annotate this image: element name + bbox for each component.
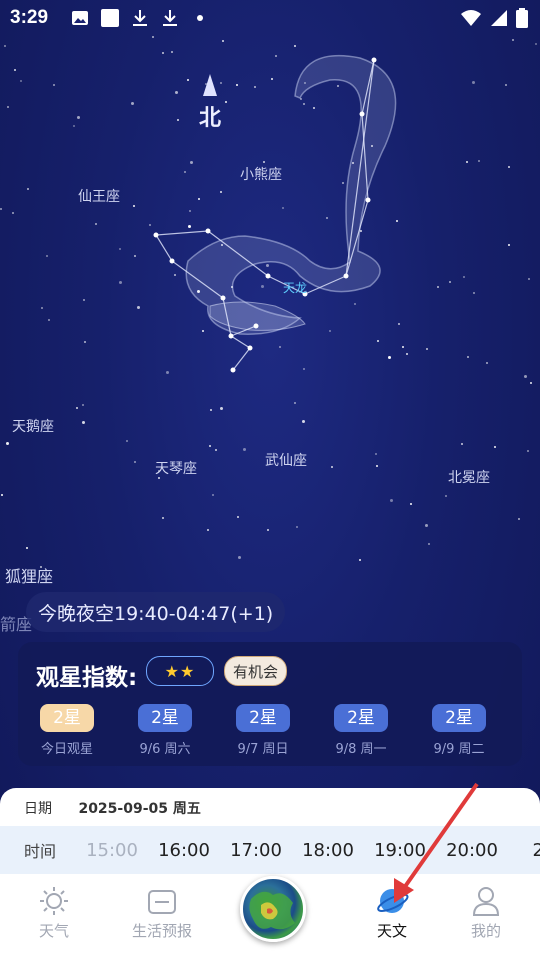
time-label: 时间 xyxy=(24,842,57,861)
constellation-label[interactable]: 天鹅座 xyxy=(12,416,54,436)
download-icon xyxy=(130,8,150,28)
hour-item[interactable]: 18:00 xyxy=(292,840,364,861)
constellation-label[interactable]: 天琴座 xyxy=(155,458,197,478)
hour-item[interactable]: 15:00 xyxy=(76,840,148,861)
hour-strip[interactable]: 时间 15:00 16:00 17:00 18:00 19:00 20:00 2… xyxy=(0,826,540,874)
radar-map-icon[interactable] xyxy=(240,876,306,942)
image-icon xyxy=(70,8,90,28)
tab-life-forecast[interactable]: 生活预报 xyxy=(112,884,212,941)
day-item[interactable]: 2星 9/9 周二 xyxy=(410,704,508,757)
constellation-label[interactable]: 武仙座 xyxy=(265,450,307,470)
day-label: 9/7 周日 xyxy=(237,742,289,757)
hour-item[interactable]: 20:00 xyxy=(436,840,508,861)
tonight-text: 今晚夜空19:40-04:47(+1) xyxy=(38,602,274,625)
day-label: 9/6 周六 xyxy=(139,742,191,757)
status-time: 3:29 xyxy=(10,7,49,28)
tab-astronomy[interactable]: 天文 xyxy=(342,884,442,941)
day-item[interactable]: 2星 9/7 周日 xyxy=(214,704,312,757)
date-row: 日期 2025-09-05 周五 xyxy=(24,798,201,818)
day-badge: 2星 xyxy=(138,704,192,732)
stargazing-chance-badge: 有机会 xyxy=(224,656,288,686)
day-badge: 2星 xyxy=(432,704,486,732)
stargazing-rating: ★★ xyxy=(146,656,214,686)
day-badge: 2星 xyxy=(334,704,388,732)
tab-mine[interactable]: 我的 xyxy=(436,884,536,941)
square-icon xyxy=(100,8,120,28)
stargazing-days: 2星 今日观星 2星 9/6 周六 2星 9/7 周日 2星 9/8 周一 2星… xyxy=(18,704,522,757)
date-value: 2025-09-05 周五 xyxy=(78,801,201,817)
tab-label: 天文 xyxy=(376,922,407,940)
signal-icon xyxy=(490,9,508,31)
date-label: 日期 xyxy=(24,801,52,817)
day-label: 今日观星 xyxy=(40,742,93,757)
tab-label: 生活预报 xyxy=(131,922,192,940)
constellation-label[interactable]: 小熊座 xyxy=(240,164,282,184)
tab-label: 我的 xyxy=(470,922,501,940)
system-icons xyxy=(460,8,528,32)
person-icon xyxy=(436,884,536,918)
tonight-time-range: 今晚夜空19:40-04:47(+1) xyxy=(26,592,286,632)
day-item[interactable]: 2星 9/6 周六 xyxy=(116,704,214,757)
stargazing-card[interactable]: 观星指数: ★★ 有机会 2星 今日观星 2星 9/6 周六 2星 9/7 周日… xyxy=(18,642,522,766)
constellation-label[interactable]: 北冕座 xyxy=(448,467,490,487)
hour-item[interactable]: 16:00 xyxy=(148,840,220,861)
day-label: 9/8 周一 xyxy=(335,742,387,757)
day-item-today[interactable]: 2星 今日观星 xyxy=(18,704,116,757)
day-item[interactable]: 2星 9/8 周一 xyxy=(312,704,410,757)
battery-icon xyxy=(516,8,528,32)
stargazing-title: 观星指数: xyxy=(36,665,138,691)
sun-icon xyxy=(4,884,104,918)
hour-item[interactable]: 21 xyxy=(508,840,540,861)
hour-item[interactable]: 19:00 xyxy=(364,840,436,861)
constellation-label-highlight[interactable]: 天龙 xyxy=(283,279,307,296)
tab-label: 天气 xyxy=(38,922,69,940)
notification-icons xyxy=(70,8,210,28)
constellation-label[interactable]: 仙王座 xyxy=(78,186,120,206)
folder-icon xyxy=(112,884,212,918)
constellation-label[interactable]: 狐狸座 xyxy=(5,563,53,587)
status-bar: 3:29 xyxy=(0,0,540,36)
wifi-icon xyxy=(460,9,482,31)
download-icon xyxy=(160,8,180,28)
day-badge: 2星 xyxy=(236,704,290,732)
dot-icon xyxy=(190,8,210,28)
tab-weather[interactable]: 天气 xyxy=(4,884,104,941)
hour-item[interactable]: 17:00 xyxy=(220,840,292,861)
planet-icon xyxy=(342,884,442,918)
day-label: 9/9 周二 xyxy=(433,742,485,757)
day-badge: 2星 xyxy=(40,704,94,732)
